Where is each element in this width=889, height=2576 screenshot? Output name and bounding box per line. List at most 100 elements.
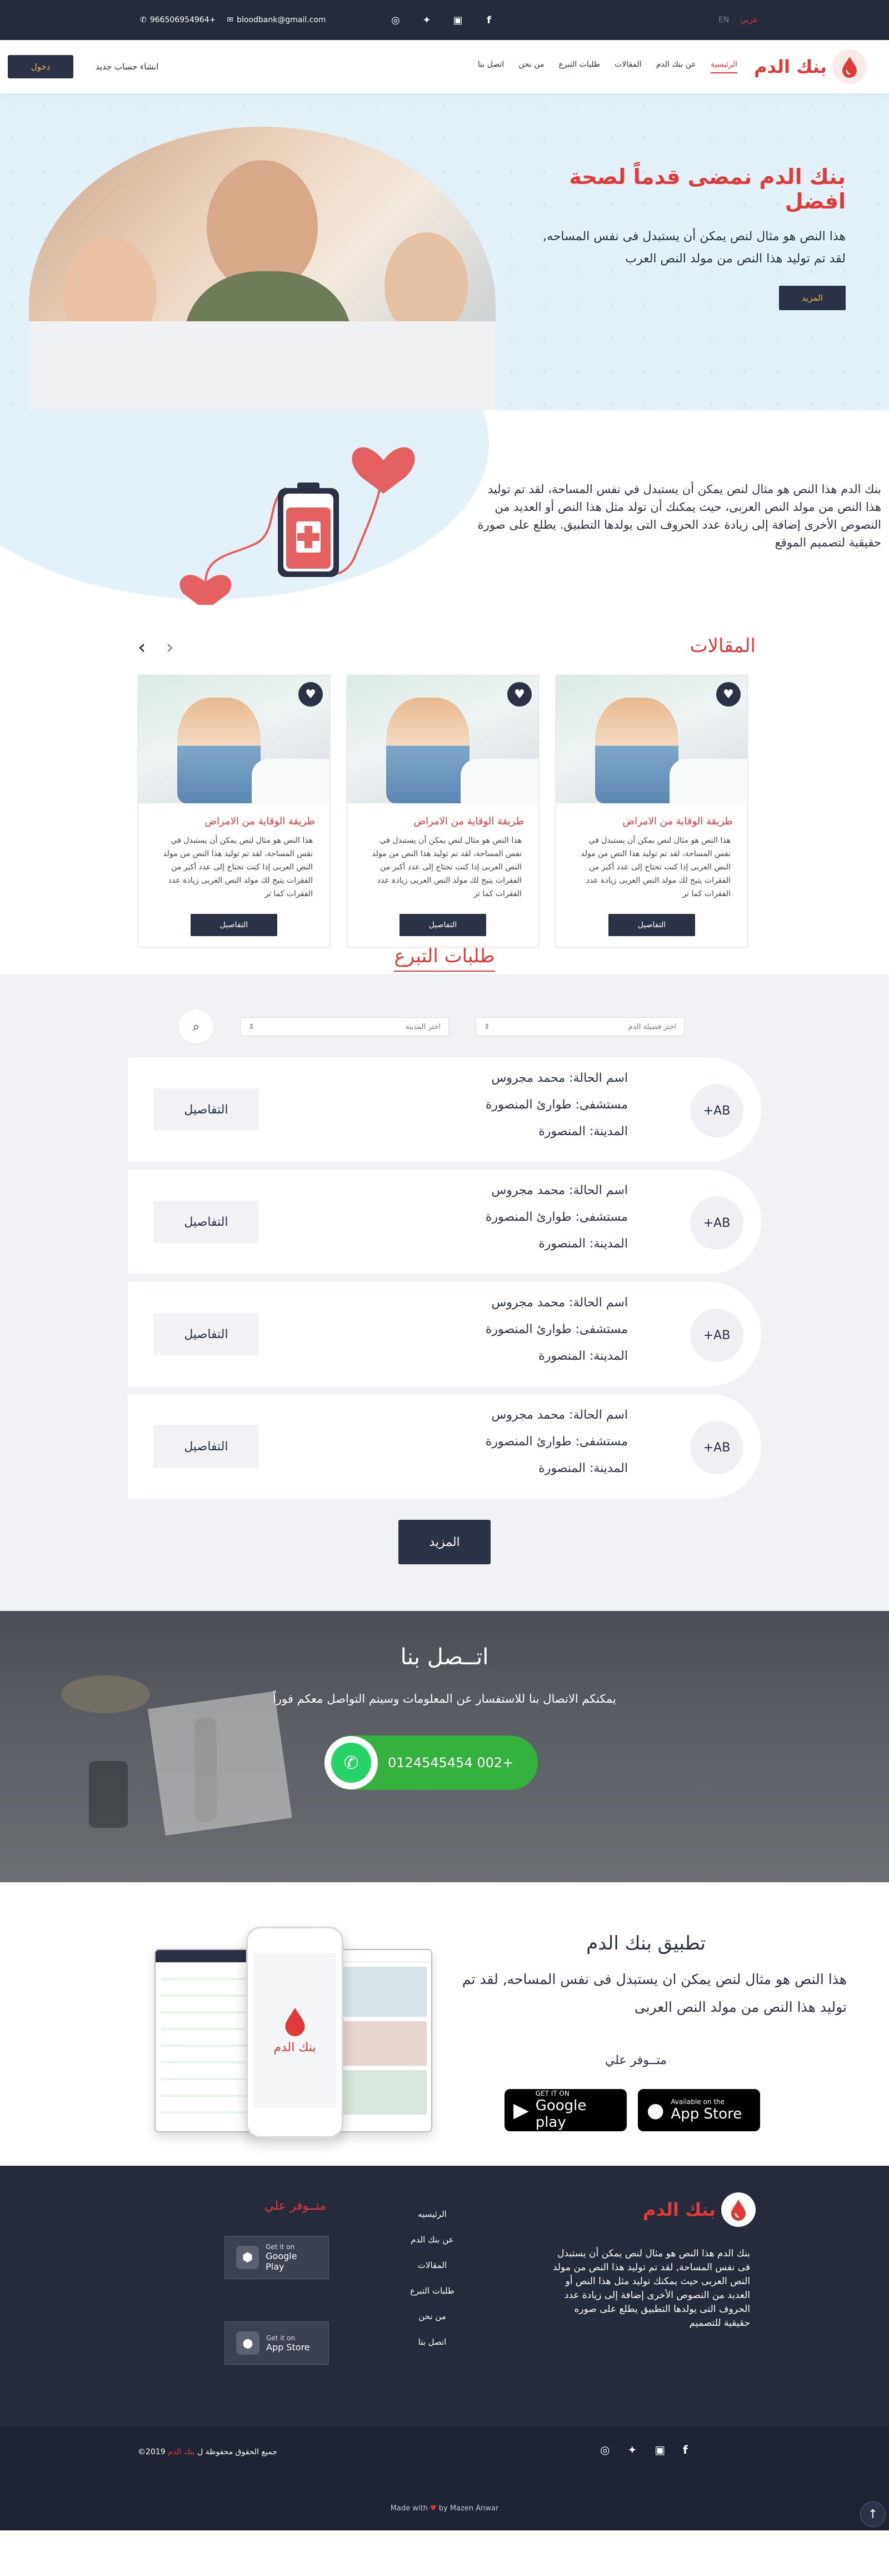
- footer-play-store-button[interactable]: ⬢ Get it on Google Play: [224, 2236, 329, 2279]
- footer-link-requests[interactable]: طلبات التبرع: [410, 2286, 455, 2296]
- sink: [461, 759, 538, 803]
- play-small: GET IT ON: [535, 2090, 570, 2097]
- login-button[interactable]: دخول: [8, 55, 73, 78]
- city: المدينة: المنصورة: [538, 1461, 628, 1475]
- requests-more-button[interactable]: المزيد: [398, 1520, 491, 1564]
- request-details-button[interactable]: التفاصيل: [153, 1313, 259, 1355]
- heart-icon[interactable]: ♥: [507, 682, 532, 707]
- play-store-badge[interactable]: ▶ GET IT ON Google play: [505, 2089, 627, 2131]
- footer-link-who-we-are[interactable]: من نحن: [418, 2311, 446, 2321]
- article-details-button[interactable]: التفاصيل: [608, 914, 695, 936]
- hospital: مستشفى: طوارئ المنصورة: [485, 1322, 628, 1336]
- requests-title: طلبات التبرع: [394, 945, 495, 972]
- article-title: طريقة الوقاية من الامراض: [204, 815, 315, 827]
- footer-link-about[interactable]: عن بنك الدم: [411, 2235, 453, 2245]
- contact-subtitle: يمكنكم الاتصال بنا للاستفسار عن المعلوما…: [273, 1692, 616, 1705]
- article-details-button[interactable]: التفاصيل: [399, 914, 486, 936]
- article-cards: ♥ طريقة الوقاية من الامراض هذا النص هو م…: [138, 675, 748, 947]
- register-link[interactable]: انشاء حساب جديد: [96, 62, 158, 72]
- instagram-icon[interactable]: ▣: [451, 13, 465, 27]
- footer-link-articles[interactable]: المقالات: [418, 2260, 447, 2270]
- made-suffix: by Mazen Anwar: [438, 2504, 499, 2513]
- footer-play-big: Google Play: [266, 2251, 297, 2272]
- instagram-icon[interactable]: ▣: [655, 2443, 665, 2456]
- requests-heading: طلبات التبرع: [0, 945, 889, 972]
- blood-bag-illustration: [179, 447, 415, 605]
- footer-link-contact[interactable]: اتصل بنا: [418, 2337, 447, 2347]
- app-mockup: بنك الدم: [154, 1927, 432, 2144]
- heart-icon[interactable]: ♥: [716, 682, 741, 707]
- article-card[interactable]: ♥ طريقة الوقاية من الامراض هذا النص هو م…: [556, 675, 748, 947]
- patient-name: اسم الحالة: محمد مجروس: [491, 1183, 628, 1197]
- twitter-icon[interactable]: ✦: [420, 13, 433, 27]
- android-icon: ⬢: [236, 2246, 259, 2269]
- request-filters: ⌕ اختر المدينة ⇕ اختر فصيلة الدم ⇕: [179, 1009, 685, 1044]
- email[interactable]: ✉ bloodbank@gmail.com: [227, 16, 326, 24]
- hero-more-button[interactable]: المزيد: [779, 286, 846, 310]
- brand[interactable]: بنك الدم: [754, 49, 867, 84]
- appstore-big: App Store: [671, 2106, 742, 2122]
- article-title: طريقة الوقاية من الامراض: [413, 815, 524, 827]
- appstore-small: Available on the: [671, 2098, 725, 2106]
- article-details-button[interactable]: التفاصيل: [191, 914, 277, 936]
- footer-about: بنك الدم هذا النص هو مثال لنص يمكن أن يس…: [552, 2248, 750, 2329]
- footer-app-store-button[interactable]: ● Get it on App Store: [224, 2321, 329, 2365]
- heart-icon[interactable]: ♥: [298, 682, 323, 707]
- phone-icon: ✆: [140, 16, 147, 24]
- facebook-icon[interactable]: f: [482, 13, 496, 27]
- nav-auth: دخول انشاء حساب جديد: [8, 55, 158, 78]
- hero-title: بنك الدم نمضى قدماً لصحة افضل: [569, 165, 846, 213]
- copyright-prefix: جميع الحقوق محفوظة ل: [197, 2448, 277, 2456]
- facebook-icon[interactable]: f: [683, 2443, 688, 2456]
- patient-name: اسم الحالة: محمد مجروس: [491, 1071, 628, 1085]
- footer-play-small: Get it on: [266, 2243, 295, 2251]
- nav-item-articles[interactable]: المقالات: [615, 60, 642, 73]
- articles-section: المقالات ‹ › ♥ طريقة الوقاية من الامراض …: [0, 611, 889, 974]
- article-body: هذا النص هو مثال لنص يمكن أن يستبدل في ن…: [581, 836, 731, 898]
- request-details-button[interactable]: التفاصيل: [153, 1201, 259, 1243]
- footer-brand[interactable]: بنك الدم: [643, 2192, 756, 2227]
- child-figure: [177, 698, 261, 803]
- copyright-brand[interactable]: بنك الدم: [168, 2448, 195, 2456]
- article-card[interactable]: ♥ طريقة الوقاية من الامراض هذا النص هو م…: [138, 675, 330, 947]
- article-card[interactable]: ♥ طريقة الوقاية من الامراض هذا النص هو م…: [347, 675, 539, 947]
- nav-item-contact[interactable]: اتصل بنا: [478, 60, 504, 73]
- whatsapp-button[interactable]: ✆ 0124545454 002+: [324, 1735, 538, 1790]
- footer-link-home[interactable]: الرئيسيه: [418, 2209, 447, 2219]
- lang-ar[interactable]: عربي: [740, 16, 758, 24]
- blood-type-badge: AB+: [690, 1421, 743, 1474]
- arrow-up-icon[interactable]: ↑: [860, 2502, 886, 2527]
- nav-item-home[interactable]: الرئيسية: [710, 60, 738, 73]
- blood-drop-logo-icon: [832, 49, 867, 84]
- sink: [670, 759, 747, 803]
- nav-item-who-we-are[interactable]: من نحن: [518, 60, 544, 73]
- nav-item-about[interactable]: عن بنك الدم: [656, 60, 696, 73]
- request-details-button[interactable]: التفاصيل: [153, 1088, 259, 1131]
- blood-type-select[interactable]: اختر فصيلة الدم ⇕: [476, 1017, 685, 1036]
- copyright: جميع الحقوق محفوظة ل بنك الدم 2019©: [138, 2448, 277, 2456]
- contact-title: اتــصل بنا: [400, 1644, 489, 1670]
- city-select-value: اختر المدينة: [405, 1022, 441, 1031]
- phone-mockup: بنك الدم: [246, 1927, 343, 2138]
- twitter-icon[interactable]: ✦: [627, 2443, 637, 2456]
- chevron-right-icon[interactable]: ›: [166, 636, 173, 659]
- hero-text: بنك الدم نمضى قدماً لصحة افضل هذا النص ه…: [512, 165, 846, 310]
- phone[interactable]: ✆ 966506954964+: [140, 16, 216, 24]
- select-arrows-icon: ⇕: [484, 1022, 490, 1031]
- nav-item-requests[interactable]: طلبات التبرع: [558, 60, 600, 73]
- request-details-button[interactable]: التفاصيل: [153, 1425, 259, 1468]
- hospital: مستشفى: طوارئ المنصورة: [485, 1210, 628, 1224]
- articles-title: المقالات: [690, 635, 756, 657]
- lang-en[interactable]: EN: [718, 16, 729, 24]
- whatsapp-icon[interactable]: ◎: [389, 13, 402, 27]
- blood-type-badge: AB+: [690, 1309, 743, 1362]
- copyright-year: 2019©: [138, 2448, 166, 2456]
- city-select[interactable]: اختر المدينة ⇕: [240, 1017, 449, 1036]
- whatsapp-icon[interactable]: ◎: [600, 2443, 610, 2456]
- footer-social: f ▣ ✦ ◎: [600, 2443, 688, 2456]
- app-store-badge[interactable]: ● Available on the App Store: [638, 2089, 760, 2131]
- nav-menu: الرئيسية عن بنك الدم المقالات طلبات التب…: [478, 60, 738, 73]
- select-arrows-icon: ⇕: [248, 1022, 254, 1031]
- chevron-left-icon[interactable]: ‹: [138, 636, 146, 659]
- search-icon[interactable]: ⌕: [179, 1009, 213, 1044]
